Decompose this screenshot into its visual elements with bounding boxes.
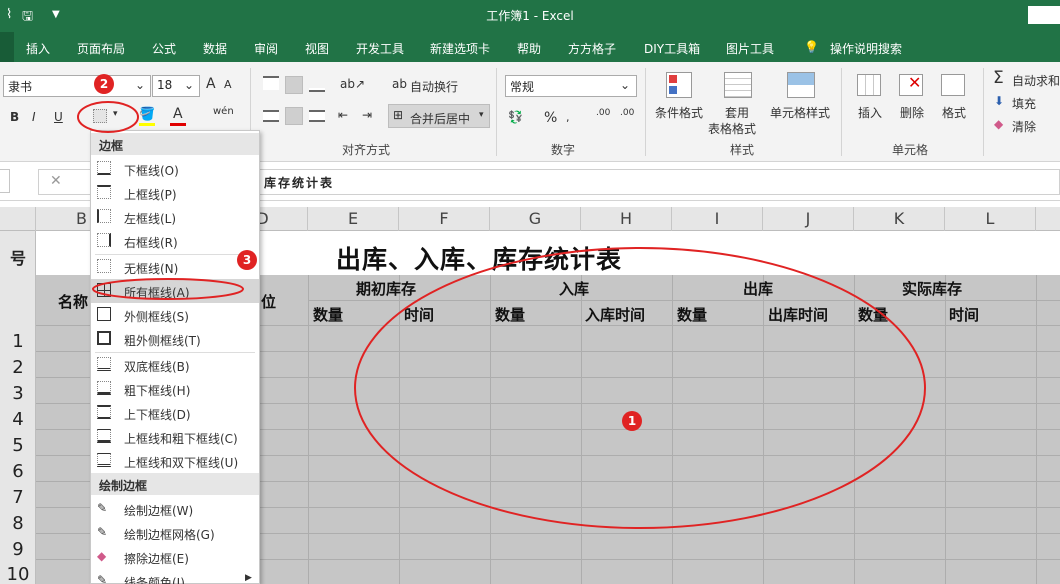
annotation-overlay (77, 101, 926, 529)
annotation-circle-table-area (354, 247, 926, 529)
annotation-circle-borders-button (77, 101, 139, 133)
annotation-circle-all-borders (92, 278, 244, 300)
annotation-badge-2: 2 (94, 74, 114, 94)
annotation-badge-3: 3 (237, 250, 257, 270)
annotation-badge-1: 1 (622, 411, 642, 431)
